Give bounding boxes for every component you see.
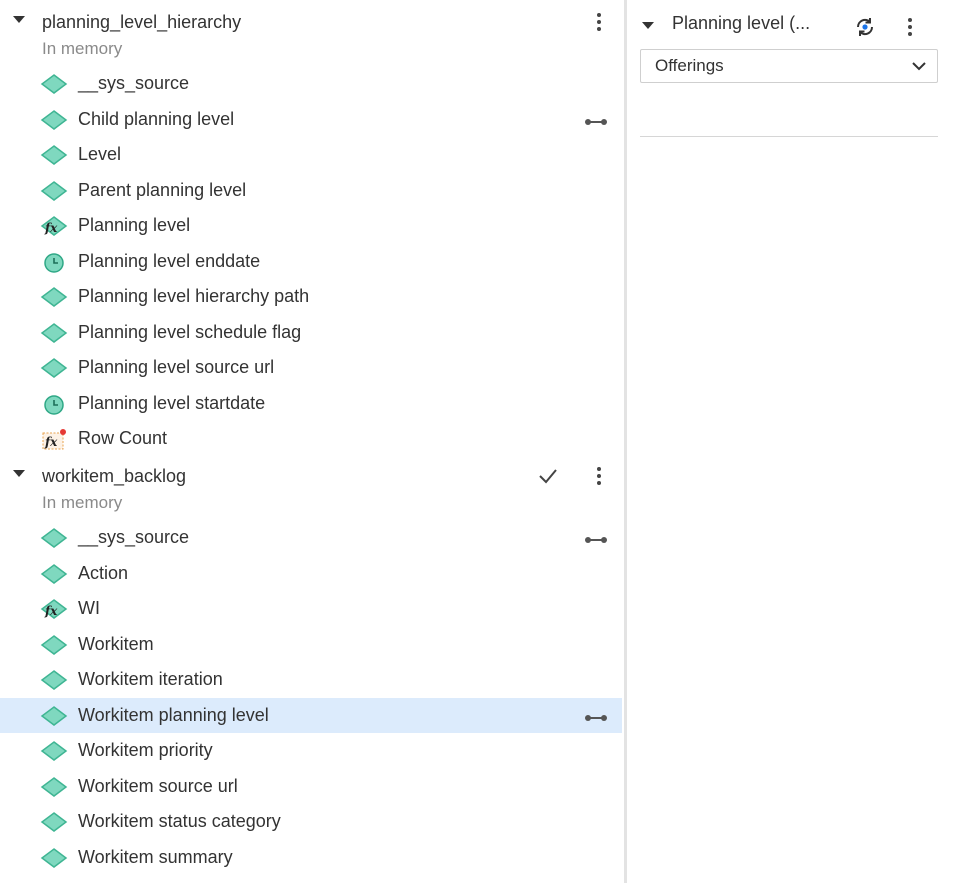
dropdown-selected-value: Offerings <box>655 56 724 75</box>
link-icon[interactable] <box>584 710 608 721</box>
field-label: Action <box>78 563 129 583</box>
collapse-caret-icon[interactable] <box>13 16 25 23</box>
dimension-diamond-icon <box>40 285 68 309</box>
dimension-diamond-icon <box>40 72 68 96</box>
calculated-dimension-icon: fx <box>40 597 68 621</box>
dimension-diamond-icon <box>40 846 68 870</box>
more-options-icon[interactable] <box>901 17 919 37</box>
field-label: Workitem status category <box>78 811 281 831</box>
field-item[interactable]: Planning level enddate <box>0 244 622 279</box>
checkmark-icon[interactable] <box>538 467 558 485</box>
field-label: Row Count <box>78 428 168 448</box>
link-icon[interactable] <box>584 532 608 543</box>
dimension-diamond-icon <box>40 633 68 657</box>
dimension-diamond-icon <box>40 143 68 167</box>
field-label: Workitem source url <box>78 776 238 796</box>
calculated-dimension-icon: fx <box>40 214 68 238</box>
field-label: Planning level hierarchy path <box>78 286 310 306</box>
field-label: __sys_source <box>78 527 190 547</box>
link-icon[interactable] <box>584 114 608 125</box>
field-label: Planning level enddate <box>78 251 261 271</box>
dimension-diamond-icon <box>40 739 68 763</box>
field-label: Planning level <box>78 215 191 235</box>
dimension-diamond-icon <box>40 356 68 380</box>
more-options-icon[interactable] <box>590 12 608 32</box>
field-item[interactable]: Workitem <box>0 627 622 662</box>
data-source-header[interactable]: planning_level_hierarchy <box>0 4 624 40</box>
filter-panel: Planning level (... Offerings <box>627 0 972 883</box>
divider <box>640 136 938 137</box>
dimension-diamond-icon <box>40 526 68 550</box>
field-label: Planning level source url <box>78 357 275 377</box>
field-item[interactable]: Planning level hierarchy path <box>0 279 622 314</box>
field-label: Workitem planning level <box>78 705 269 725</box>
field-label: Workitem <box>78 634 154 654</box>
clock-icon <box>40 392 68 416</box>
data-source-subtitle: In memory <box>42 493 123 512</box>
dimension-diamond-icon <box>40 321 68 345</box>
dimension-diamond-icon <box>40 668 68 692</box>
filter-value-dropdown[interactable]: Offerings <box>640 49 938 83</box>
dimension-diamond-icon <box>40 810 68 834</box>
svg-text:fx: fx <box>44 604 58 618</box>
field-item[interactable]: Workitem iteration <box>0 662 622 697</box>
filter-title: Planning level (... <box>672 13 811 33</box>
sync-icon[interactable] <box>853 15 877 39</box>
field-item[interactable]: Workitem planning level <box>0 698 622 733</box>
field-label: Level <box>78 144 122 164</box>
dimension-diamond-icon <box>40 704 68 728</box>
field-item[interactable]: Child planning level <box>0 102 622 137</box>
data-source-name: workitem_backlog <box>42 466 187 486</box>
clock-icon <box>40 250 68 274</box>
data-source-subtitle: In memory <box>42 39 123 58</box>
field-item[interactable]: Parent planning level <box>0 173 622 208</box>
field-label: Parent planning level <box>78 180 247 200</box>
field-item[interactable]: Action <box>0 556 622 591</box>
field-label: Workitem iteration <box>78 669 223 689</box>
field-item[interactable]: Planning level source url <box>0 350 622 385</box>
field-item[interactable]: Workitem status category <box>0 804 622 839</box>
field-item[interactable]: __sys_source <box>0 66 622 101</box>
field-label: Planning level schedule flag <box>78 322 302 342</box>
svg-text:fx: fx <box>44 221 58 235</box>
data-source-field-list: planning_level_hierarchy In memory __sys_s… <box>0 0 624 883</box>
field-item[interactable]: Workitem summary <box>0 840 622 875</box>
field-item[interactable]: __sys_source <box>0 520 622 555</box>
collapse-caret-icon[interactable] <box>13 470 25 477</box>
data-source-name: planning_level_hierarchy <box>42 12 242 32</box>
field-item[interactable]: fx WI <box>0 591 622 626</box>
dimension-diamond-icon <box>40 179 68 203</box>
dimension-diamond-icon <box>40 562 68 586</box>
dimension-diamond-icon <box>40 108 68 132</box>
field-label: WI <box>78 598 100 618</box>
calculated-measure-icon: fx <box>40 427 68 451</box>
field-label: Workitem priority <box>78 740 213 760</box>
field-item[interactable]: Planning level startdate <box>0 386 622 421</box>
chevron-down-icon <box>911 59 927 71</box>
field-item[interactable]: Workitem priority <box>0 733 622 768</box>
field-item[interactable]: Level <box>0 137 622 172</box>
field-item[interactable]: fx Planning level <box>0 208 622 243</box>
field-item[interactable]: Workitem source url <box>0 769 622 804</box>
field-item[interactable]: fx Row Count <box>0 421 622 456</box>
more-options-icon[interactable] <box>590 466 608 486</box>
data-source-header[interactable]: workitem_backlog <box>0 458 624 494</box>
field-item[interactable]: Planning level schedule flag <box>0 315 622 350</box>
collapse-caret-icon[interactable] <box>642 22 654 29</box>
field-label: Workitem summary <box>78 847 233 867</box>
filter-header[interactable]: Planning level (... <box>627 5 972 41</box>
field-label: Child planning level <box>78 109 235 129</box>
field-label: __sys_source <box>78 73 190 93</box>
field-label: Planning level startdate <box>78 393 266 413</box>
dimension-diamond-icon <box>40 775 68 799</box>
svg-text:fx: fx <box>44 435 58 449</box>
